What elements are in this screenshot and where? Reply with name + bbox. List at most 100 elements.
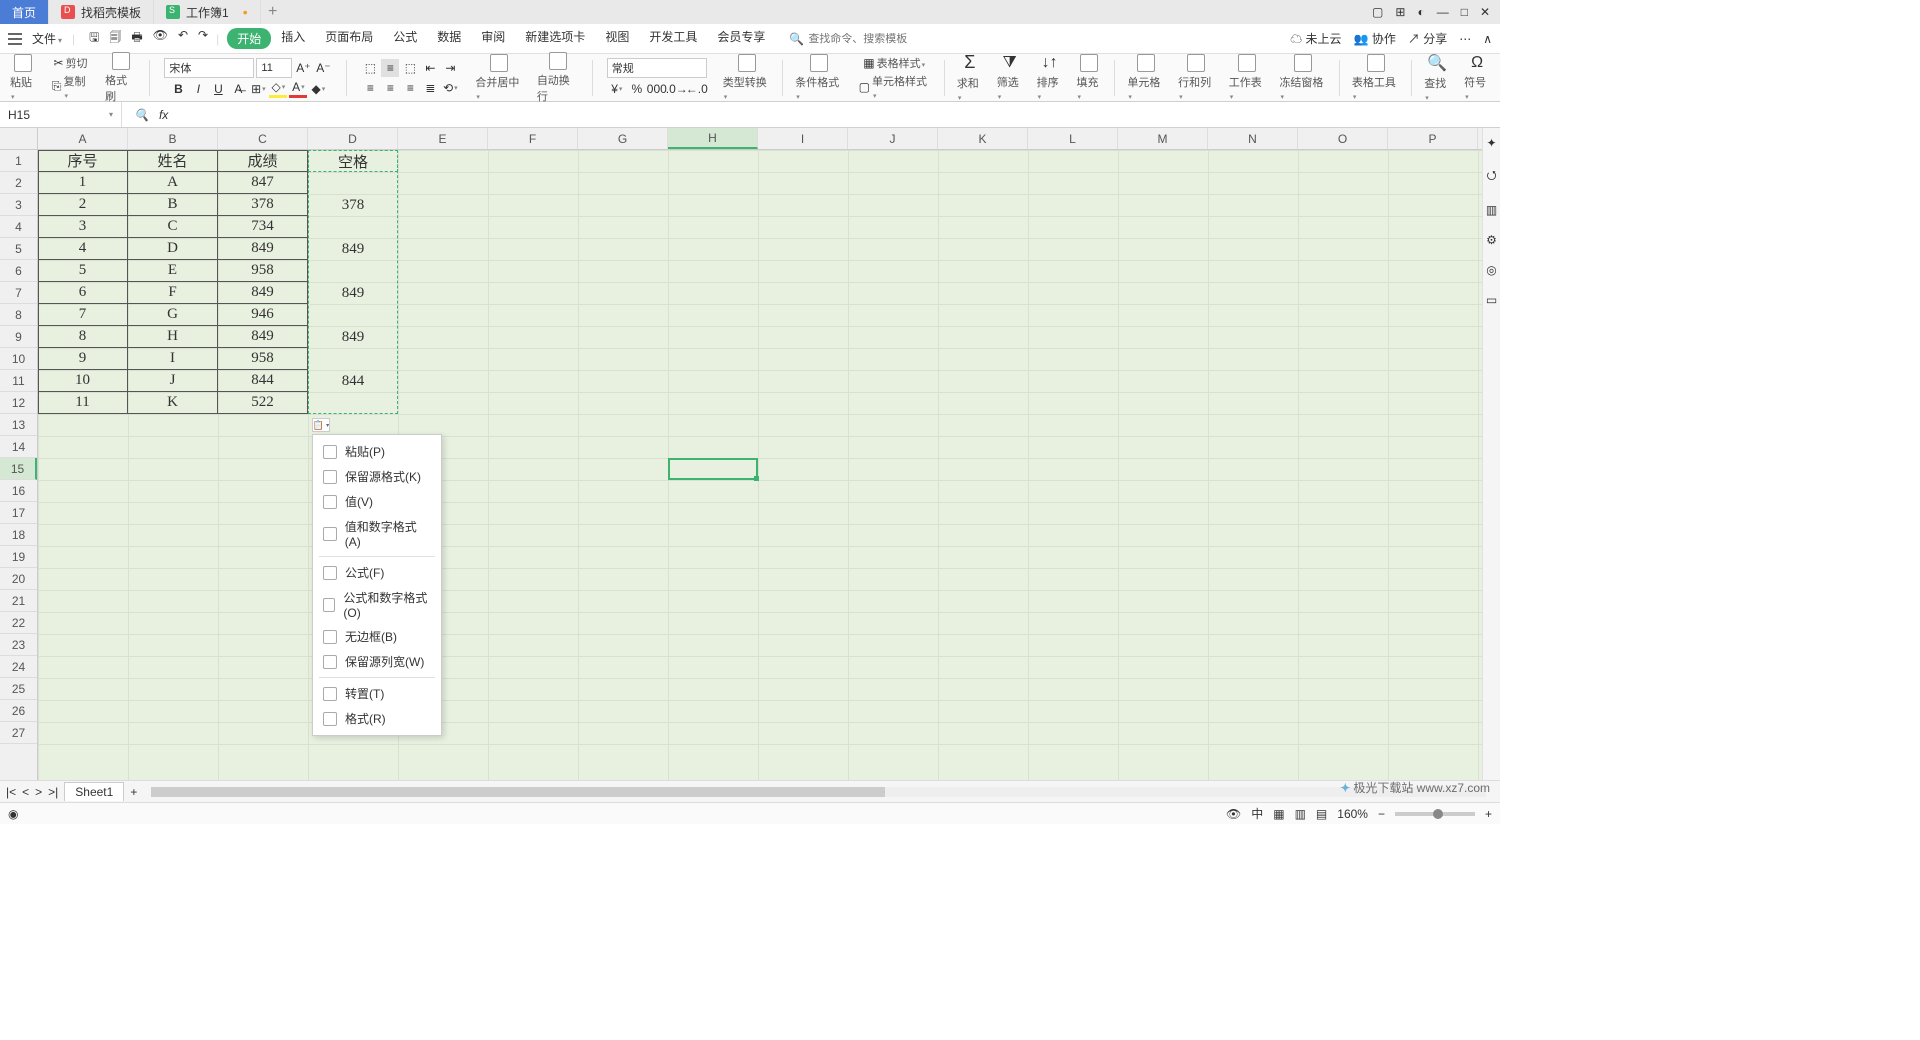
ctx-item[interactable]: 无边框(B): [313, 624, 441, 649]
format-painter-button[interactable]: 格式刷: [101, 52, 141, 104]
table-cell[interactable]: 1: [38, 172, 128, 194]
menu-tab-3[interactable]: 公式: [383, 28, 427, 49]
row-header-20[interactable]: 20: [0, 568, 37, 590]
cellstyle-icon[interactable]: ▢: [859, 80, 870, 94]
table-cell[interactable]: J: [128, 370, 218, 392]
cut-label[interactable]: 剪切: [66, 55, 88, 71]
font-color-button[interactable]: A: [289, 80, 307, 98]
symbol-button[interactable]: Ω符号: [1460, 54, 1494, 102]
menu-tab-2[interactable]: 页面布局: [315, 28, 383, 49]
side-doc-icon[interactable]: ▭: [1486, 293, 1497, 307]
typeconv-button[interactable]: 类型转换: [719, 54, 774, 102]
table-cell[interactable]: D: [128, 238, 218, 260]
tblstyle-button[interactable]: 表格样式: [877, 55, 926, 71]
side-set-icon[interactable]: ⚙: [1486, 233, 1497, 247]
tblstyle-icon[interactable]: ▦: [863, 56, 874, 70]
size-select[interactable]: [256, 58, 292, 78]
row-header-5[interactable]: 5: [0, 238, 37, 260]
cloud-status[interactable]: ☁ 未上云: [1290, 30, 1341, 47]
comma-icon[interactable]: 000: [648, 80, 666, 98]
menu-tab-7[interactable]: 视图: [595, 28, 639, 49]
record-icon[interactable]: ◉: [8, 807, 18, 821]
row-header-1[interactable]: 1: [0, 150, 37, 172]
wrap-button[interactable]: 自动换行: [533, 52, 584, 104]
row-header-3[interactable]: 3: [0, 194, 37, 216]
table-cell[interactable]: 6: [38, 282, 128, 304]
align-left-icon[interactable]: ≡: [361, 79, 379, 97]
spreadsheet[interactable]: ABCDEFGHIJKLMNOP 12345678910111213141516…: [0, 128, 1500, 780]
row-header-6[interactable]: 6: [0, 260, 37, 282]
sheet-last-icon[interactable]: >|: [48, 785, 58, 799]
tab-docer[interactable]: 找稻壳模板: [49, 0, 154, 24]
menu-tab-9[interactable]: 会员专享: [707, 28, 775, 49]
table-header[interactable]: 序号: [38, 150, 128, 172]
table-cell[interactable]: 946: [218, 304, 308, 326]
hscrollbar[interactable]: [151, 787, 1486, 797]
layout-icon[interactable]: ▢: [1372, 5, 1383, 19]
row-header-21[interactable]: 21: [0, 590, 37, 612]
col-header-L[interactable]: L: [1028, 128, 1118, 149]
table-cell[interactable]: F: [128, 282, 218, 304]
align-justify-icon[interactable]: ≣: [421, 79, 439, 97]
row-header-16[interactable]: 16: [0, 480, 37, 502]
table-cell[interactable]: 9: [38, 348, 128, 370]
user-icon[interactable]: ◐: [1417, 5, 1424, 19]
zoom-in-button[interactable]: +: [1485, 807, 1492, 821]
undo-icon[interactable]: ↶: [178, 28, 188, 49]
preview-icon[interactable]: 👁: [153, 28, 168, 49]
col-header-N[interactable]: N: [1208, 128, 1298, 149]
row-header-24[interactable]: 24: [0, 656, 37, 678]
name-box[interactable]: H15: [0, 102, 122, 127]
row-header-18[interactable]: 18: [0, 524, 37, 546]
col-header-M[interactable]: M: [1118, 128, 1208, 149]
freeze-button[interactable]: 冻结窗格: [1275, 54, 1330, 102]
inc-font-icon[interactable]: A⁺: [294, 59, 312, 77]
table-cell[interactable]: 3: [38, 216, 128, 238]
side-spark-icon[interactable]: ✦: [1486, 136, 1496, 150]
row-header-9[interactable]: 9: [0, 326, 37, 348]
side-select-icon[interactable]: ⭯: [1486, 166, 1496, 187]
view-page-icon[interactable]: ▥: [1295, 807, 1306, 821]
chevron-icon[interactable]: ∧: [1483, 32, 1492, 46]
table-cell[interactable]: 378: [218, 194, 308, 216]
table-cell[interactable]: C: [128, 216, 218, 238]
hscroll-thumb[interactable]: [151, 787, 885, 797]
grid-icon[interactable]: ⊞: [1395, 5, 1405, 19]
tbltool-button[interactable]: 表格工具: [1348, 54, 1403, 102]
ctx-item[interactable]: 值(V): [313, 489, 441, 514]
row-headers[interactable]: 1234567891011121314151617181920212223242…: [0, 150, 38, 780]
table-cell[interactable]: K: [128, 392, 218, 414]
save-as-icon[interactable]: 🗐: [109, 28, 121, 49]
table-cell[interactable]: 5: [38, 260, 128, 282]
coop-button[interactable]: 👥 协作: [1354, 30, 1396, 47]
cell-button[interactable]: 单元格: [1123, 54, 1168, 102]
fx-icon[interactable]: 🔍 fx: [122, 108, 180, 122]
dec-inc-icon[interactable]: .0→: [668, 80, 686, 98]
paste-options-menu[interactable]: 粘贴(P)保留源格式(K)值(V)值和数字格式(A)公式(F)公式和数字格式(O…: [312, 434, 442, 736]
menu-tab-0[interactable]: 开始: [227, 28, 271, 49]
side-loc-icon[interactable]: ◎: [1486, 263, 1496, 277]
tab-workbook[interactable]: 工作簿1•: [154, 0, 261, 24]
col-header-H[interactable]: H: [668, 128, 758, 149]
ctx-item[interactable]: 转置(T): [313, 681, 441, 706]
ctx-item[interactable]: 公式(F): [313, 560, 441, 585]
underline-button[interactable]: U: [209, 80, 227, 98]
table-cell[interactable]: 849: [218, 282, 308, 304]
table-cell[interactable]: 844: [218, 370, 308, 392]
align-right-icon[interactable]: ≡: [401, 79, 419, 97]
font-select[interactable]: [164, 58, 254, 78]
row-header-11[interactable]: 11: [0, 370, 37, 392]
col-header-K[interactable]: K: [938, 128, 1028, 149]
copy-label[interactable]: 复制: [64, 73, 90, 101]
ctx-item[interactable]: 值和数字格式(A): [313, 514, 441, 553]
align-center-icon[interactable]: ≡: [381, 79, 399, 97]
copy-icon[interactable]: ⎘: [52, 79, 62, 94]
row-header-7[interactable]: 7: [0, 282, 37, 304]
strike-button[interactable]: A̶: [229, 80, 247, 98]
table-header[interactable]: 成绩: [218, 150, 308, 172]
dec-font-icon[interactable]: A⁻: [314, 59, 332, 77]
sheet-button[interactable]: 工作表: [1225, 54, 1270, 102]
sort-button[interactable]: ↓↑排序: [1033, 54, 1067, 102]
menu-tab-8[interactable]: 开发工具: [639, 28, 707, 49]
print-icon[interactable]: 🖶: [131, 28, 142, 49]
